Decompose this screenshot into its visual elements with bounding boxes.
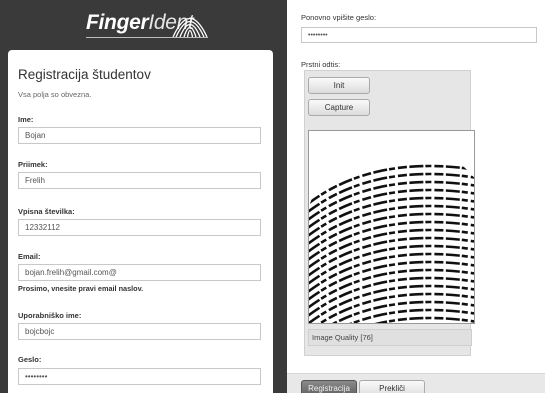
first-name-label: Ime: (18, 115, 34, 124)
password-label: Geslo: (18, 355, 42, 364)
left-panel: FingerIdent Registracija študentov Vsa p… (0, 0, 287, 393)
password-input[interactable] (18, 368, 261, 385)
fingerprint-label: Prstni odtis: (301, 60, 341, 69)
student-id-label: Vpisna številka: (18, 207, 75, 216)
repeat-password-label: Ponovno vpišite geslo: (301, 13, 377, 22)
form-title: Registracija študentov (18, 67, 151, 82)
email-input[interactable] (18, 264, 261, 281)
student-id-input[interactable] (18, 219, 261, 236)
fingerprint-scan-image (309, 164, 474, 323)
fingerprint-image (308, 130, 475, 324)
capture-button[interactable]: Capture (308, 99, 370, 116)
last-name-input[interactable] (18, 172, 261, 189)
right-panel: Ponovno vpišite geslo: Prstni odtis: Ini… (287, 0, 545, 393)
init-button[interactable]: Init (308, 77, 370, 94)
fingerprint-logo-icon (172, 18, 208, 38)
first-name-input[interactable] (18, 127, 261, 144)
register-button[interactable]: Registracija (301, 380, 357, 393)
action-bar: Registracija Prekliči (287, 373, 545, 393)
cancel-button[interactable]: Prekliči (359, 380, 425, 393)
repeat-password-input[interactable] (301, 27, 537, 43)
brand-name-bold: Finger (86, 11, 149, 34)
image-quality-readout: Image Quality [76] (308, 329, 472, 346)
email-hint: Prosimo, vnesite pravi email naslov. (18, 284, 144, 293)
brand-header: FingerIdent (0, 0, 287, 48)
registration-form: Registracija študentov Vsa polja so obve… (8, 50, 273, 393)
last-name-label: Priimek: (18, 160, 48, 169)
email-label: Email: (18, 252, 41, 261)
required-note: Vsa polja so obvezna. (18, 90, 92, 99)
username-input[interactable] (18, 323, 261, 340)
brand-underline (86, 37, 208, 38)
fingerprint-panel: Init Capture Image Quality [76] (304, 70, 475, 356)
username-label: Uporabniško ime: (18, 311, 82, 320)
